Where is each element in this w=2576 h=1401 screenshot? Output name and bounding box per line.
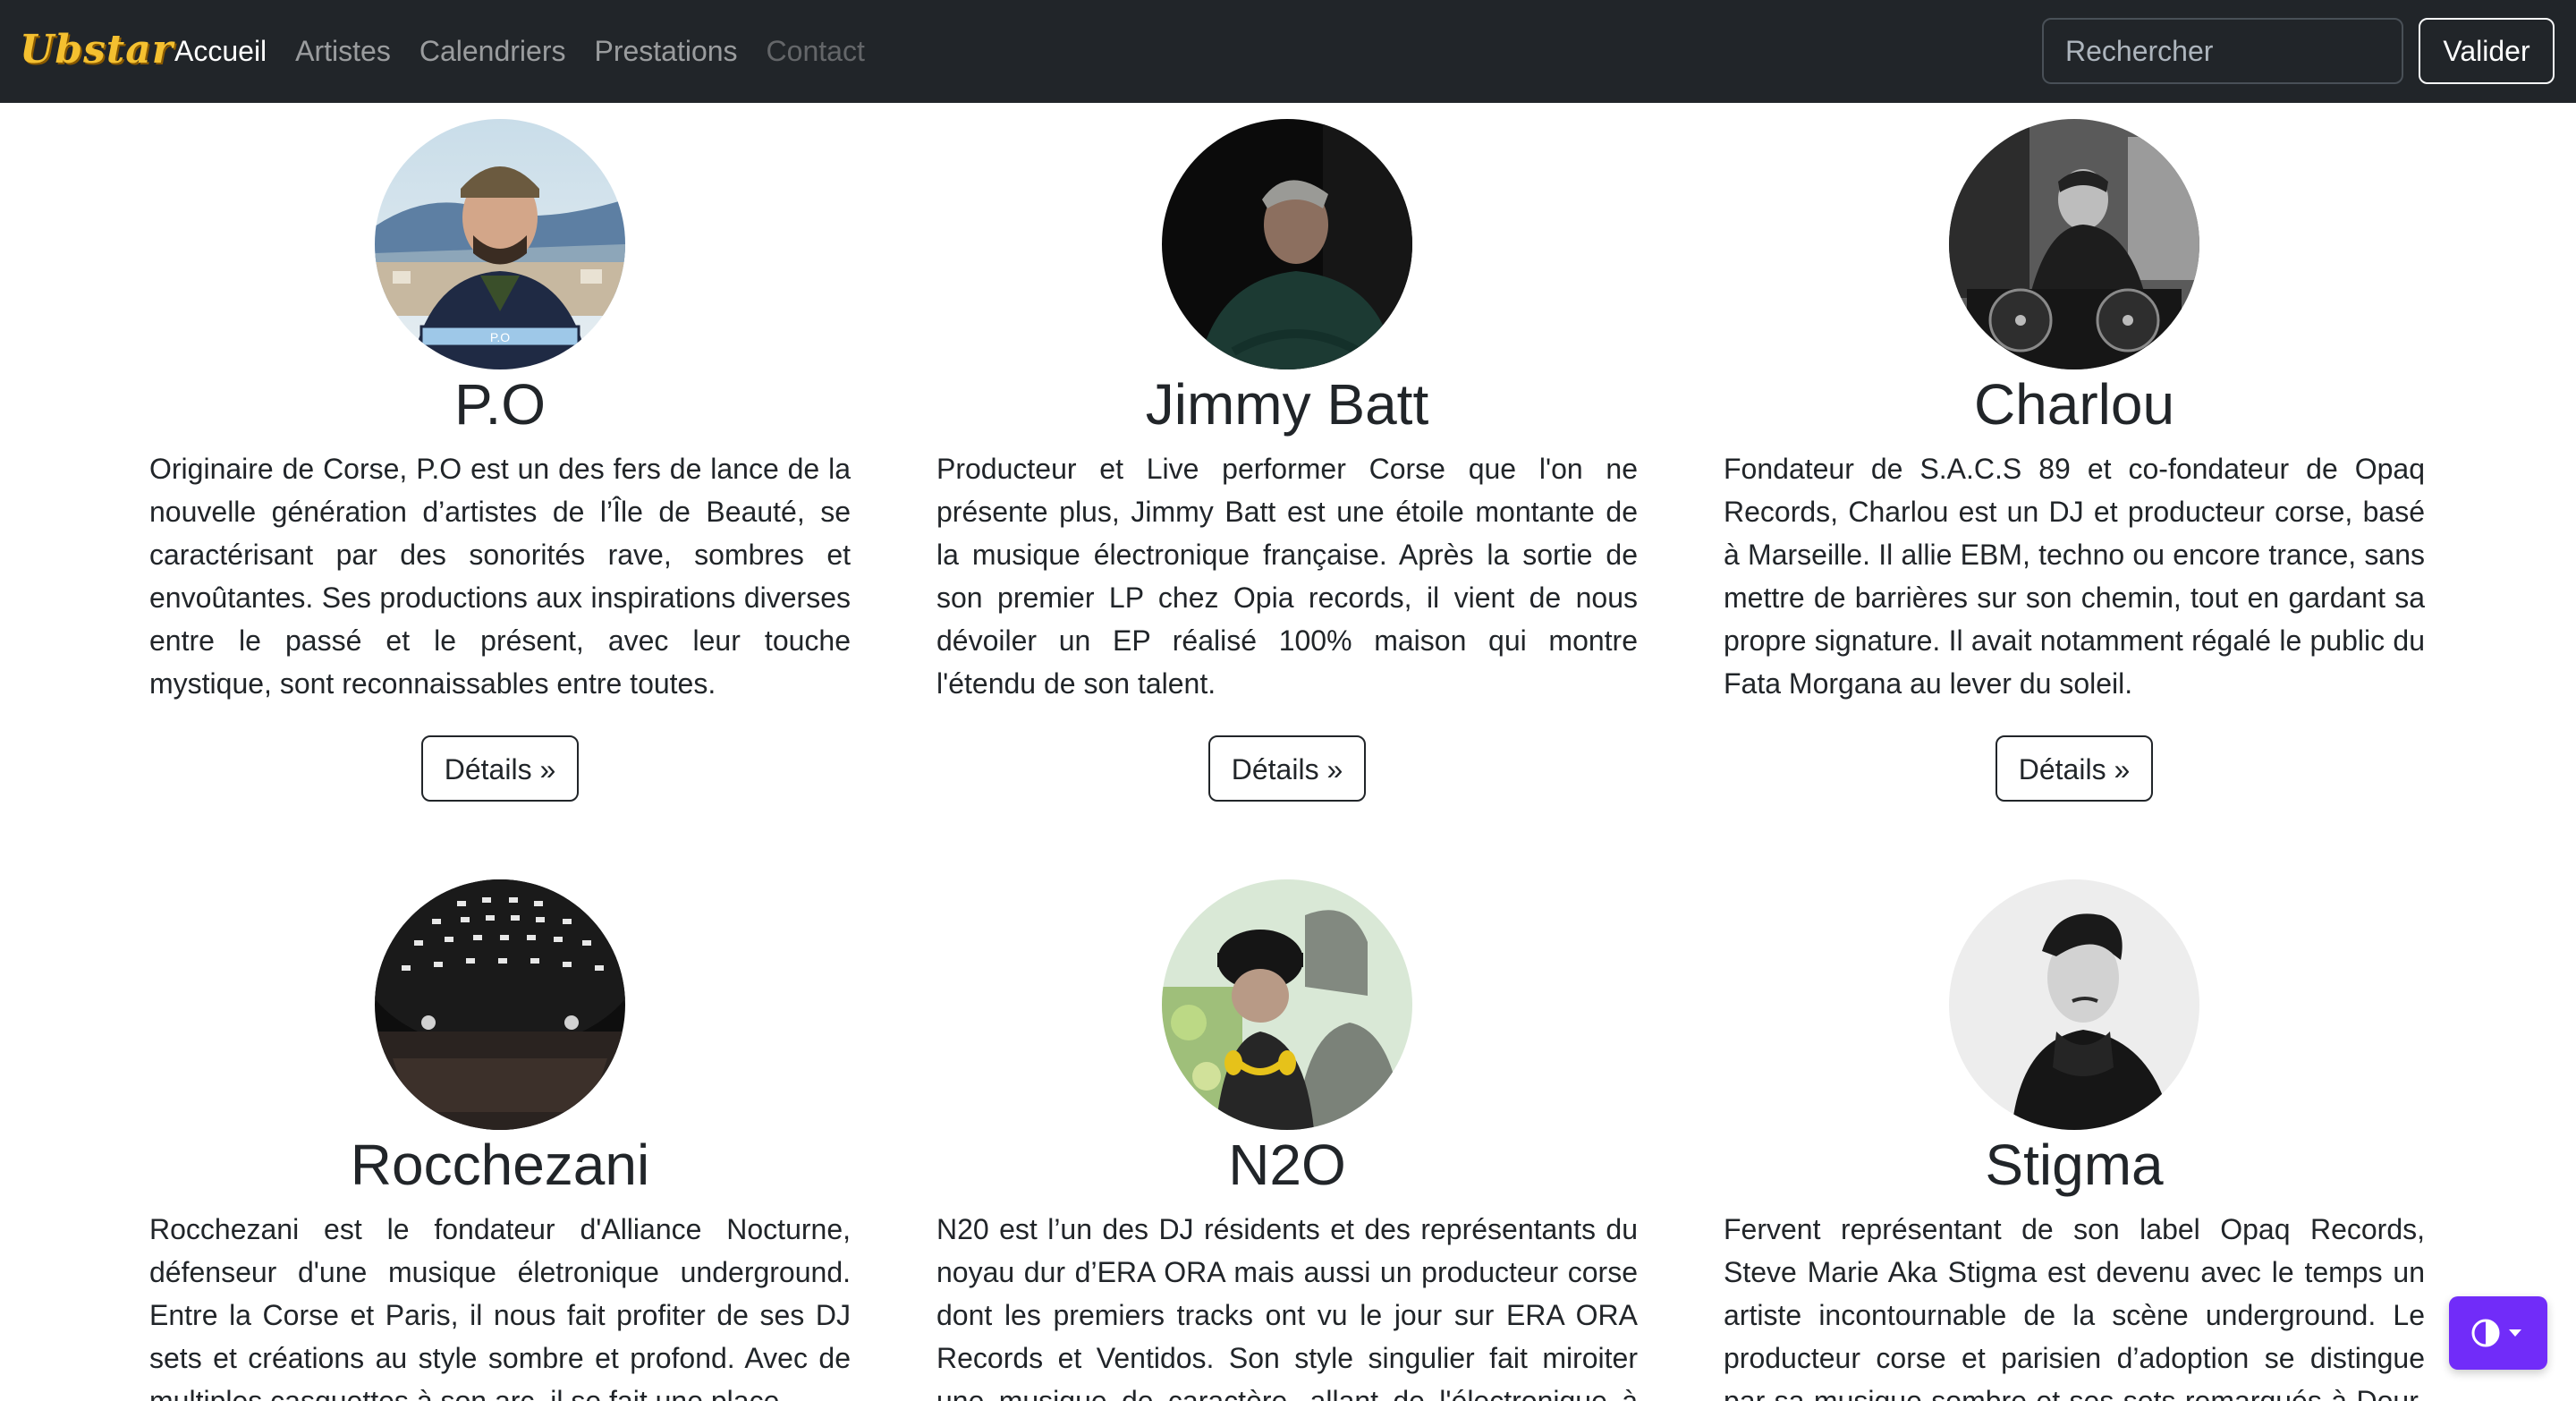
- artist-name: Charlou: [1973, 372, 2175, 437]
- artist-bio: Originaire de Corse, P.O est un des fers…: [149, 453, 851, 700]
- search-input[interactable]: [2042, 18, 2403, 84]
- artist-card-jimmy-batt: Jimmy Batt Producteur et Live performer …: [936, 119, 1638, 802]
- artist-bio: Fervent représentant de son label Opaq R…: [1724, 1213, 2425, 1401]
- contrast-icon: [2471, 1319, 2521, 1347]
- artist-name: Stigma: [1985, 1133, 2164, 1197]
- artist-name: N2O: [1228, 1133, 1346, 1197]
- artist-avatar: [1949, 119, 2199, 369]
- nav-link-artistes[interactable]: Artistes: [295, 35, 391, 68]
- brand-logo[interactable]: Ubstar: [20, 27, 174, 72]
- nav-links: Accueil Artistes Calendriers Prestations…: [174, 0, 894, 103]
- top-navbar: Ubstar Accueil Artistes Calendriers Pres…: [0, 0, 2576, 103]
- details-button[interactable]: Détails »: [1208, 735, 1367, 802]
- artist-avatar: [1162, 119, 1412, 369]
- artist-avatar: [375, 879, 625, 1130]
- caret-down-icon: [2509, 1329, 2521, 1337]
- artist-card-rocchezani: Rocchezani Rocchezani est le fondateur d…: [149, 879, 851, 1401]
- nav-link-contact[interactable]: Contact: [767, 35, 865, 68]
- artist-avatar: [1162, 879, 1412, 1130]
- artist-card-stigma: Stigma Fervent représentant de son label…: [1724, 879, 2425, 1401]
- artist-name: P.O: [454, 372, 546, 437]
- artist-bio: Fondateur de S.A.C.S 89 et co-fondateur …: [1724, 453, 2425, 700]
- avatar-caption: P.O: [490, 330, 510, 344]
- details-button[interactable]: Détails »: [1995, 735, 2154, 802]
- artist-avatar: P.O: [375, 119, 625, 369]
- artist-bio: Producteur et Live performer Corse que l…: [936, 453, 1638, 700]
- artist-bio: N20 est l’un des DJ résidents et des rep…: [936, 1213, 1638, 1401]
- artist-name: Rocchezani: [350, 1133, 650, 1197]
- artist-bio: Rocchezani est le fondateur d'Alliance N…: [149, 1213, 851, 1401]
- artists-grid: P.O P.O Originaire de Corse, P.O est un …: [0, 103, 2576, 1401]
- artist-name: Jimmy Batt: [1145, 372, 1429, 437]
- nav-link-accueil[interactable]: Accueil: [174, 35, 267, 68]
- artist-card-charlou: Charlou Fondateur de S.A.C.S 89 et co-fo…: [1724, 119, 2425, 802]
- theme-toggle-button[interactable]: [2449, 1296, 2547, 1370]
- nav-link-prestations[interactable]: Prestations: [594, 35, 737, 68]
- artist-card-po: P.O P.O Originaire de Corse, P.O est un …: [149, 119, 851, 802]
- nav-link-calendriers[interactable]: Calendriers: [419, 35, 566, 68]
- artist-avatar: [1949, 879, 2199, 1130]
- search-submit-button[interactable]: Valider: [2419, 18, 2555, 84]
- details-button[interactable]: Détails »: [420, 735, 580, 802]
- artist-card-n2o: N2O N20 est l’un des DJ résidents et des…: [936, 879, 1638, 1401]
